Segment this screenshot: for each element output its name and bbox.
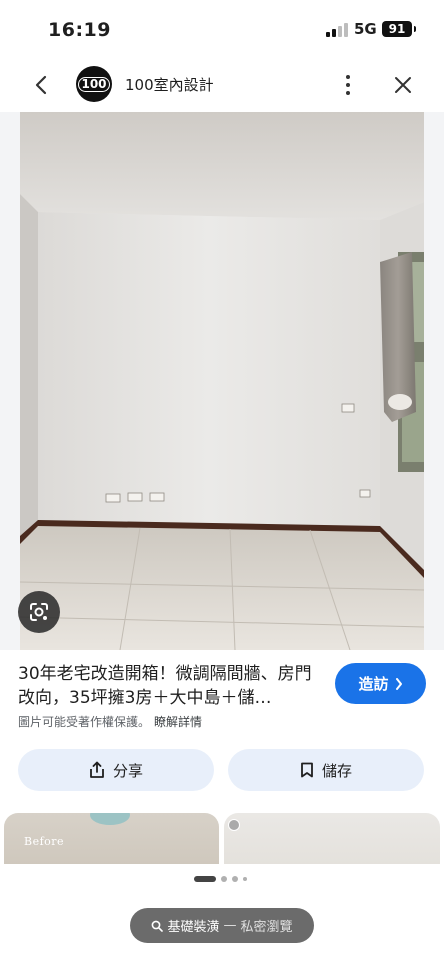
copyright-text: 圖片可能受著作權保護。 — [18, 715, 151, 729]
back-button[interactable] — [24, 68, 58, 102]
room-photo[interactable] — [20, 112, 424, 650]
close-button[interactable] — [388, 68, 418, 102]
visit-button[interactable]: 造訪 — [335, 663, 426, 704]
site-logo: 100 — [76, 66, 112, 102]
page-indicator-active — [194, 876, 216, 882]
bookmark-icon — [301, 762, 313, 778]
copyright-note: 圖片可能受著作權保護。 瞭解詳情 — [18, 713, 202, 730]
network-type: 5G — [354, 20, 377, 38]
lens-icon — [30, 603, 48, 621]
private-browsing-bar[interactable]: 基礎裝潢 — 私密瀏覽 — [130, 908, 314, 943]
save-label: 儲存 — [321, 761, 352, 780]
battery-indicator: 91 — [382, 21, 416, 37]
more-vert-dot — [346, 91, 350, 95]
room-photo-illustration — [20, 112, 424, 650]
image-preview-area — [0, 112, 444, 650]
more-vert-dot — [346, 83, 350, 87]
page-indicator-dot — [221, 876, 227, 882]
save-button[interactable]: 儲存 — [228, 749, 424, 791]
private-mode-label: 私密瀏覽 — [240, 920, 293, 935]
back-arrow-icon — [35, 75, 47, 95]
search-query: 基礎裝潢 — [167, 920, 220, 935]
page-indicator-dot — [243, 877, 247, 881]
image-viewer-header: 100 100室內設計 — [0, 58, 444, 110]
status-time: 16:19 — [48, 19, 111, 41]
separator: — — [223, 918, 237, 933]
cellular-signal-icon — [326, 23, 348, 37]
page-indicator-dot — [232, 876, 238, 882]
share-button[interactable]: 分享 — [18, 749, 214, 791]
google-lens-button[interactable] — [18, 591, 60, 633]
share-label: 分享 — [112, 761, 143, 780]
site-name: 100室內設計 — [125, 76, 214, 94]
image-title-text: 30年老宅改造開箱！微調隔間牆、房門改向，35坪擁3房＋大中島＋儲… — [18, 664, 312, 708]
status-bar: 16:19 5G 91 — [0, 0, 444, 58]
chevron-right-icon — [395, 677, 402, 690]
site-logo-text: 100 — [78, 76, 110, 92]
watermark-badge-icon — [228, 819, 240, 831]
related-image-thumbnail[interactable]: Before — [4, 813, 219, 865]
more-vert-icon — [346, 75, 350, 79]
page-indicator — [194, 876, 247, 882]
share-icon — [90, 761, 104, 778]
ceiling-lamp — [90, 813, 130, 825]
close-icon — [395, 77, 411, 93]
visit-button-label: 造訪 — [358, 675, 389, 693]
more-options-button[interactable] — [334, 68, 362, 102]
thumbnail-caption: Before — [24, 835, 65, 848]
learn-more-link[interactable]: 瞭解詳情 — [154, 715, 202, 729]
related-image-thumbnail[interactable] — [224, 813, 440, 865]
search-icon — [152, 920, 164, 932]
image-title[interactable]: 30年老宅改造開箱！微調隔間牆、房門改向，35坪擁3房＋大中島＋儲… — [18, 662, 322, 710]
